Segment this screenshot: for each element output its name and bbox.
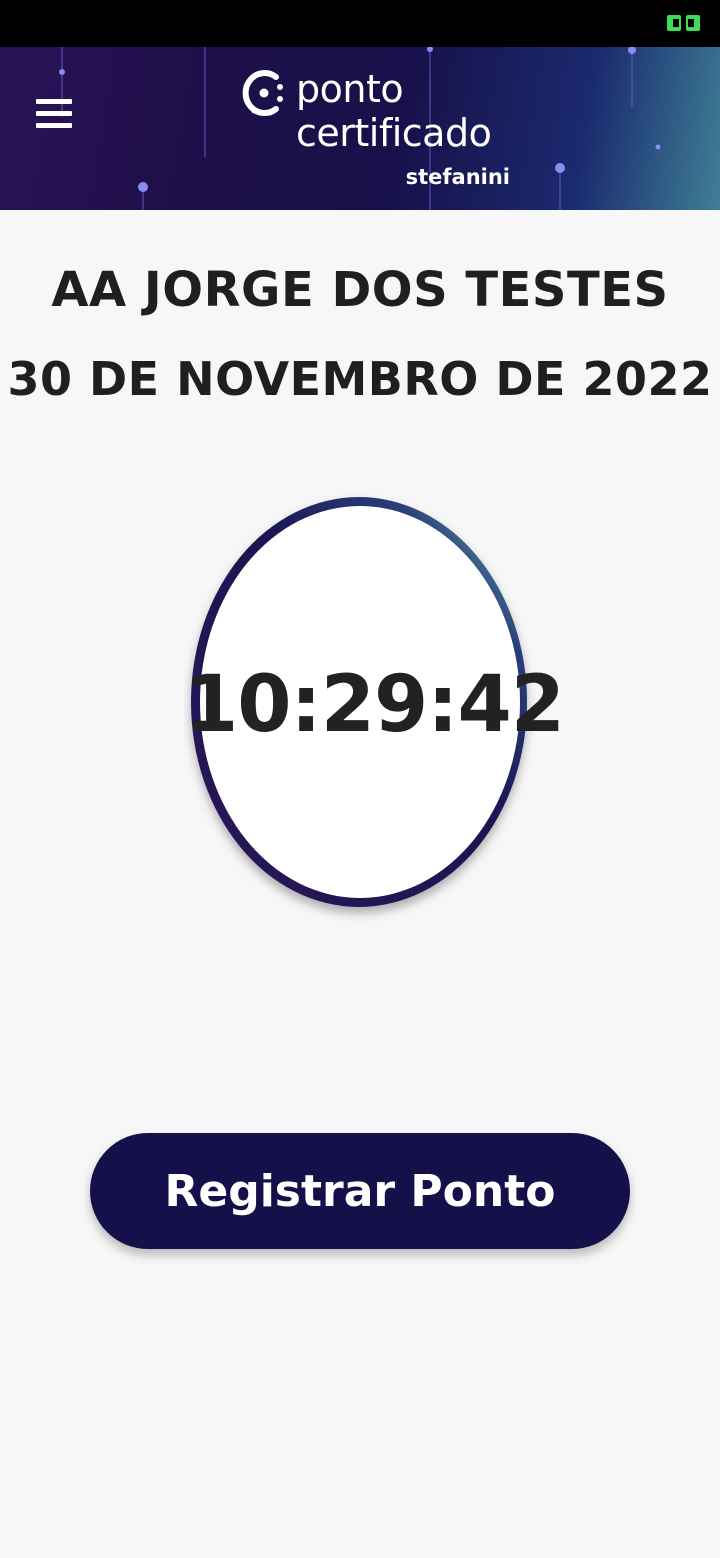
- clock-display: 10:29:42: [184, 490, 565, 922]
- logo-text-ponto: ponto: [296, 67, 404, 111]
- status-bar: [0, 0, 720, 47]
- user-name: AA JORGE DOS TESTES: [51, 262, 669, 318]
- app-logo: ponto certificado stefanini: [240, 65, 520, 195]
- logo-text-certificado: certificado: [296, 111, 492, 155]
- clock-time: 10:29:42: [184, 660, 565, 750]
- menu-button[interactable]: [28, 91, 80, 135]
- app-header: ponto certificado stefanini: [0, 47, 720, 210]
- battery-icon: [667, 15, 700, 31]
- hamburger-menu-icon: [36, 98, 72, 104]
- logo-text-stefanini: stefanini: [405, 165, 510, 189]
- current-date: 30 DE NOVEMBRO DE 2022: [7, 352, 713, 406]
- register-point-button[interactable]: Registrar Ponto: [90, 1133, 630, 1249]
- ponto-certificado-logo-mark: [242, 70, 283, 116]
